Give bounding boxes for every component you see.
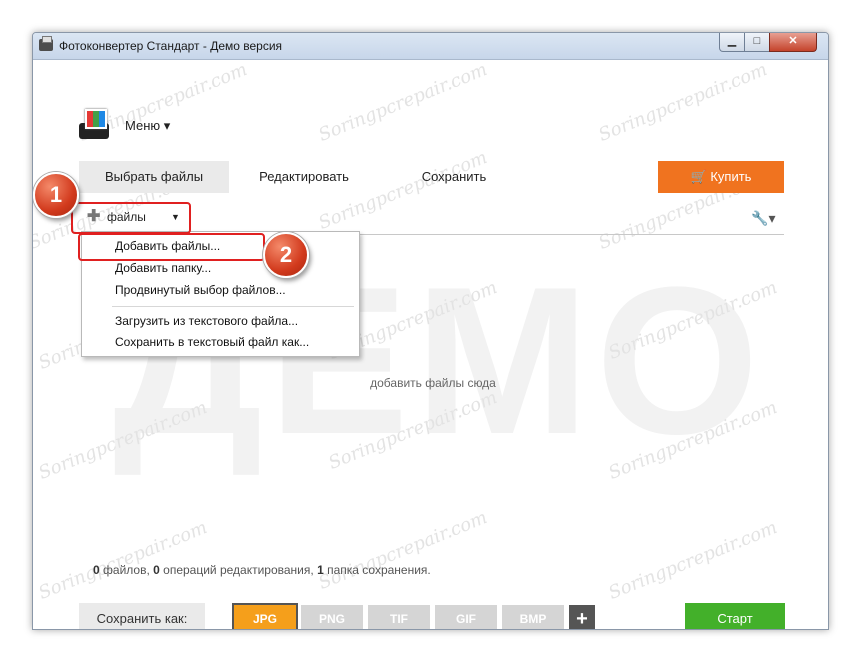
buy-button-label: Купить (710, 169, 752, 184)
format-gif-button[interactable]: GIF (435, 605, 497, 629)
files-count-text: файлов, (99, 563, 154, 577)
buy-button[interactable]: 🛒 Купить (658, 161, 784, 193)
tab-save[interactable]: Сохранить (379, 161, 529, 193)
format-bmp-button[interactable]: BMP (502, 605, 564, 629)
cart-icon: 🛒 (690, 169, 707, 184)
tools-button[interactable]: 🔧▾ (751, 210, 775, 227)
wrench-icon: 🔧 (751, 210, 769, 226)
menu-button[interactable]: Меню ▾ (125, 118, 170, 134)
maximize-button[interactable]: □ (744, 33, 770, 52)
site-watermark: Soringpcrepair.com (35, 517, 211, 604)
menu-separator (112, 306, 354, 307)
site-watermark: Soringpcrepair.com (315, 59, 491, 146)
step-2-badge: 2 (263, 232, 309, 278)
main-content: ДЕМО Soringpcrepair.com Soringpcrepair.c… (33, 59, 828, 629)
title-bar[interactable]: Фотоконвертер Стандарт - Демо версия ▁ □… (33, 33, 828, 60)
folders-count-text: папка сохранения. (323, 563, 431, 577)
tab-select-files[interactable]: Выбрать файлы (79, 161, 229, 193)
menu-item-load-from-text[interactable]: Загрузить из текстового файла... (115, 311, 298, 331)
tools-caret: ▾ (768, 210, 776, 226)
add-format-button[interactable]: + (569, 605, 595, 629)
start-button[interactable]: Старт (685, 603, 785, 629)
site-watermark: Soringpcrepair.com (605, 517, 781, 604)
close-button[interactable]: ✕ (769, 33, 817, 52)
menu-item-add-folder[interactable]: Добавить папку... (115, 258, 211, 278)
ops-count: 0 (153, 563, 160, 577)
format-jpg-button[interactable]: JPG (232, 603, 298, 629)
menu-item-save-to-text[interactable]: Сохранить в текстовый файл как... (115, 332, 309, 352)
save-as-label: Сохранить как: (79, 603, 205, 629)
callout-frame-add-files (78, 233, 265, 261)
tab-edit[interactable]: Редактировать (229, 161, 379, 193)
callout-frame-files-button (71, 202, 191, 234)
app-icon (39, 36, 53, 51)
format-tif-button[interactable]: TIF (368, 605, 430, 629)
folders-count: 1 (317, 563, 324, 577)
minimize-button[interactable]: ▁ (719, 33, 745, 52)
ops-count-text: операций редактирования, (159, 563, 318, 577)
site-watermark: Soringpcrepair.com (315, 507, 491, 594)
status-summary: 0 файлов, 0 операций редактирования, 1 п… (93, 563, 431, 577)
window-title: Фотоконвертер Стандарт - Демо версия (59, 39, 283, 53)
format-png-button[interactable]: PNG (301, 605, 363, 629)
menu-item-advanced-select[interactable]: Продвинутый выбор файлов... (115, 280, 286, 300)
app-window: Фотоконвертер Стандарт - Демо версия ▁ □… (32, 32, 829, 630)
drop-zone-hint[interactable]: добавить файлы сюда (333, 376, 533, 390)
app-logo-icon (79, 109, 109, 139)
site-watermark: Soringpcrepair.com (595, 59, 771, 146)
files-count: 0 (93, 563, 100, 577)
step-1-badge: 1 (33, 172, 79, 218)
